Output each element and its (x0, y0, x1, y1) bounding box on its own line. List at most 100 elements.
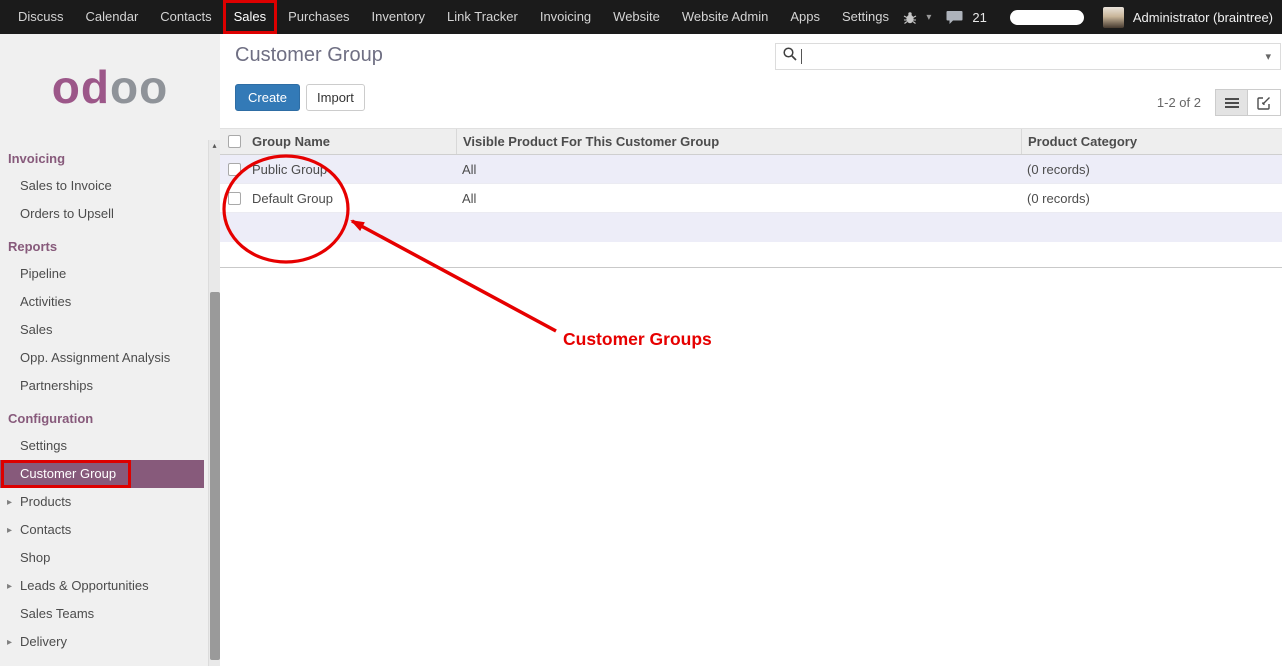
column-header-product-category[interactable]: Product Category (1021, 129, 1282, 154)
sidebar-item-activities[interactable]: Activities (0, 288, 204, 316)
menu-apps[interactable]: Apps (779, 0, 831, 34)
sidebar-section-configuration: Configuration Settings Customer Group ▸ P… (0, 406, 220, 656)
section-title: Reports (0, 234, 220, 260)
odoo-logo: odoo (0, 34, 220, 140)
sidebar-item-settings[interactable]: Settings (0, 432, 204, 460)
search-view: ▾ (775, 43, 1281, 70)
sidebar-item-label: Products (20, 494, 71, 509)
sidebar-item-label: Shop (20, 550, 50, 565)
page-title: Customer Group (235, 44, 383, 67)
sidebar-item-customer-group[interactable]: Customer Group (0, 460, 204, 488)
menu-settings[interactable]: Settings (831, 0, 900, 34)
table-row-public-group[interactable]: Public Group All (0 records) (220, 155, 1282, 184)
expand-arrow-icon: ▸ (7, 524, 12, 538)
sidebar-section-invoicing: Invoicing Sales to Invoice Orders to Ups… (0, 146, 220, 228)
menu-invoicing[interactable]: Invoicing (529, 0, 602, 34)
main-content: Customer Group ▾ Create Import 1-2 of 2 (220, 34, 1282, 666)
expand-arrow-icon: ▸ (7, 636, 12, 650)
cell-group-name: Default Group (248, 191, 456, 206)
sidebar-item-label: Sales Teams (20, 606, 94, 621)
sidebar-item-label: Leads & Opportunities (20, 578, 149, 593)
sidebar-item-partnerships[interactable]: Partnerships (0, 372, 204, 400)
column-header-visible-product[interactable]: Visible Product For This Customer Group (456, 129, 1021, 154)
sidebar-item-label: Pipeline (20, 266, 66, 281)
sidebar-item-opp-assignment-analysis[interactable]: Opp. Assignment Analysis (0, 344, 204, 372)
section-title: Configuration (0, 406, 220, 432)
odoo-app-window: Discuss Calendar Contacts Sales Purchase… (0, 0, 1282, 666)
header-checkbox-cell (220, 135, 248, 148)
search-options-caret-icon[interactable]: ▾ (1262, 50, 1274, 63)
sidebar-item-label: Contacts (20, 522, 71, 537)
row-checkbox[interactable] (228, 192, 241, 205)
sidebar-item-pipeline[interactable]: Pipeline (0, 260, 204, 288)
sidebar-item-shop[interactable]: Shop (0, 544, 204, 572)
logo-text-purple: od (52, 60, 110, 114)
sidebar-item-label: Opp. Assignment Analysis (20, 350, 170, 365)
menu-calendar[interactable]: Calendar (75, 0, 150, 34)
column-header-group-name[interactable]: Group Name (248, 134, 456, 149)
logo-text-gray: oo (110, 60, 168, 114)
sidebar-item-sales-teams[interactable]: Sales Teams (0, 600, 204, 628)
sidebar-item-label: Settings (20, 438, 67, 453)
menu-inventory[interactable]: Inventory (361, 0, 436, 34)
form-view-icon (1257, 96, 1271, 110)
scrollbar-thumb[interactable] (210, 292, 220, 660)
table-header-row: Group Name Visible Product For This Cust… (220, 128, 1282, 155)
form-view-button[interactable] (1248, 89, 1281, 116)
menu-website-admin[interactable]: Website Admin (671, 0, 779, 34)
cell-visible-product: All (456, 162, 1021, 177)
menu-link-tracker[interactable]: Link Tracker (436, 0, 529, 34)
row-checkbox-cell (220, 163, 248, 176)
menu-discuss[interactable]: Discuss (7, 0, 75, 34)
row-checkbox-cell (220, 192, 248, 205)
row-checkbox[interactable] (228, 163, 241, 176)
import-button[interactable]: Import (306, 84, 365, 111)
expand-arrow-icon: ▸ (7, 580, 12, 594)
scrollbar-up-arrow-icon[interactable]: ▴ (209, 140, 220, 152)
list-view-button[interactable] (1215, 89, 1248, 116)
user-menu[interactable]: Administrator (braintree) (1133, 10, 1273, 25)
sidebar-item-contacts[interactable]: ▸ Contacts (0, 516, 204, 544)
menu-contacts[interactable]: Contacts (149, 0, 222, 34)
search-icon (782, 46, 798, 67)
progress-widget[interactable] (1010, 10, 1084, 25)
sidebar-section-reports: Reports Pipeline Activities Sales Opp. A… (0, 234, 220, 400)
menu-website[interactable]: Website (602, 0, 671, 34)
table-row-empty (220, 213, 1282, 242)
sidebar-item-sales[interactable]: Sales (0, 316, 204, 344)
sidebar-item-leads-opportunities[interactable]: ▸ Leads & Opportunities (0, 572, 204, 600)
menu-sales[interactable]: Sales (223, 0, 278, 34)
table-row-default-group[interactable]: Default Group All (0 records) (220, 184, 1282, 213)
sidebar-item-label: Activities (20, 294, 71, 309)
avatar[interactable] (1103, 7, 1124, 28)
sidebar-item-products[interactable]: ▸ Products (0, 488, 204, 516)
sidebar-item-label: Delivery (20, 634, 67, 649)
view-switcher (1215, 89, 1281, 116)
cell-visible-product: All (456, 191, 1021, 206)
select-all-checkbox[interactable] (228, 135, 241, 148)
sidebar-item-delivery[interactable]: ▸ Delivery (0, 628, 204, 656)
messages-count-badge[interactable]: 21 (972, 10, 986, 25)
debug-bug-icon[interactable] (903, 11, 917, 24)
section-title: Invoicing (0, 146, 220, 172)
list-view-icon (1225, 97, 1239, 109)
text-cursor (801, 49, 802, 64)
sidebar-item-orders-to-upsell[interactable]: Orders to Upsell (0, 200, 204, 228)
cell-group-name: Public Group (248, 162, 456, 177)
debug-caret-down-icon[interactable]: ▾ (926, 12, 931, 23)
sidebar-item-label: Sales (20, 322, 53, 337)
sidebar-scrollbar[interactable]: ▴ (208, 140, 220, 666)
pager-range: 1-2 of 2 (1157, 95, 1201, 110)
table-row-empty (220, 242, 1282, 268)
expand-arrow-icon: ▸ (7, 496, 12, 510)
sidebar-item-sales-to-invoice[interactable]: Sales to Invoice (0, 172, 204, 200)
search-input[interactable] (804, 49, 1262, 64)
menu-purchases[interactable]: Purchases (277, 0, 360, 34)
cell-product-category: (0 records) (1021, 162, 1282, 177)
topbar-right-tools: ▾ 21 Administrator (braintree) (903, 7, 1282, 28)
sidebar-item-label: Sales to Invoice (20, 178, 112, 193)
create-button[interactable]: Create (235, 84, 300, 111)
pager-area: 1-2 of 2 (1157, 89, 1281, 116)
top-navbar: Discuss Calendar Contacts Sales Purchase… (0, 0, 1282, 34)
messages-chat-icon[interactable] (946, 10, 963, 25)
